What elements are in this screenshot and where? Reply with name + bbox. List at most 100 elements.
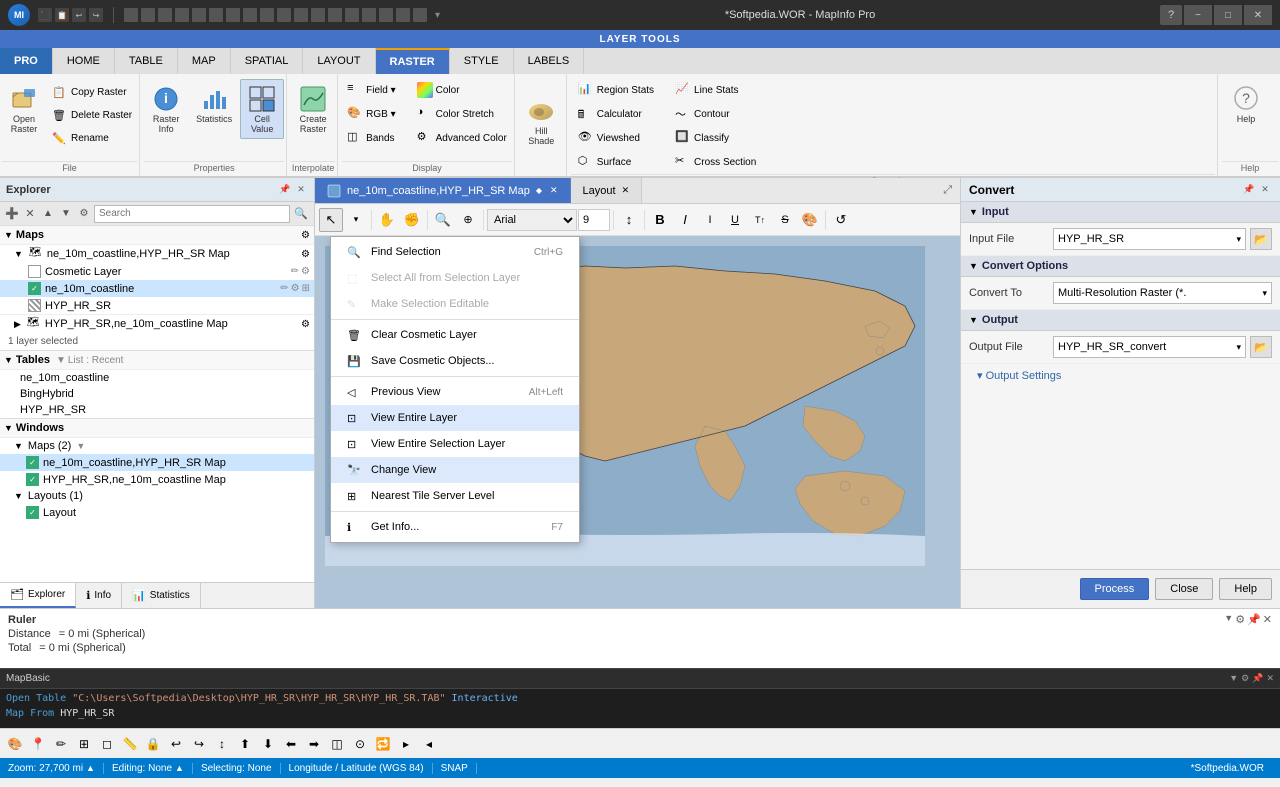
- font-selector[interactable]: Arial: [487, 209, 577, 231]
- table-bing[interactable]: BingHybrid: [0, 386, 314, 402]
- ruler-pin-icon[interactable]: 📌: [1247, 613, 1261, 626]
- map-tab-layout[interactable]: Layout ✕: [571, 178, 643, 203]
- bottom-lock-tool[interactable]: 🔒: [142, 733, 164, 755]
- cosmetic-gear-icon[interactable]: ⚙: [301, 266, 310, 277]
- bottom-up-tool[interactable]: ⬆: [234, 733, 256, 755]
- map2-item[interactable]: ▶ 🗺 HYP_HR_SR,ne_10m_coastline Map ⚙: [0, 314, 314, 333]
- calculator-button[interactable]: 🖩 Calculator: [571, 103, 666, 125]
- help-icon[interactable]: ?: [1160, 5, 1182, 25]
- maps-action-icon[interactable]: ⚙: [301, 230, 310, 241]
- tool-dropdown[interactable]: ▾: [344, 208, 368, 232]
- pan-tool-btn[interactable]: ✋: [375, 208, 399, 232]
- adjust-btn[interactable]: ↕: [617, 208, 641, 232]
- explorer-up-icon[interactable]: ▲: [40, 206, 56, 222]
- create-raster-button[interactable]: CreateRaster: [291, 79, 335, 139]
- zoom-tool-btn[interactable]: 🔍: [431, 208, 455, 232]
- toolbar-icon-11[interactable]: [294, 8, 308, 22]
- viewshed-button[interactable]: 👁 Viewshed: [571, 127, 666, 149]
- ctx-get-info[interactable]: ℹ Get Info... F7: [331, 514, 579, 540]
- strikethrough-btn[interactable]: S: [773, 208, 797, 232]
- window-map1-checkbox[interactable]: ✓: [26, 456, 39, 469]
- bottom-align-tool[interactable]: ↕: [211, 733, 233, 755]
- classify-button[interactable]: 🔲 Classify: [668, 127, 763, 149]
- bottom-select-tool[interactable]: ◻: [96, 733, 118, 755]
- bold-btn[interactable]: B: [648, 208, 672, 232]
- window-map1[interactable]: ✓ ne_10m_coastline,HYP_HR_SR Map: [0, 454, 314, 471]
- help-convert-button[interactable]: Help: [1219, 578, 1272, 600]
- close-button[interactable]: ✕: [1244, 5, 1272, 25]
- rotate-btn[interactable]: ↺: [829, 208, 853, 232]
- bottom-circle-tool[interactable]: ⊙: [349, 733, 371, 755]
- toolbar-icon-4[interactable]: [175, 8, 189, 22]
- toolbar-icon-9[interactable]: [260, 8, 274, 22]
- tab-table[interactable]: TABLE: [115, 48, 178, 74]
- map-canvas[interactable]: 🔍 Find Selection Ctrl+G ⬚ Select All fro…: [315, 236, 960, 608]
- bottom-right-tool[interactable]: ➡: [303, 733, 325, 755]
- toolbar-icon-18[interactable]: [413, 8, 427, 22]
- mapbasic-close-icon[interactable]: ✕: [1266, 673, 1274, 684]
- explorer-remove-icon[interactable]: ✕: [22, 206, 38, 222]
- mapbasic-content[interactable]: Open Table "C:\Users\Softpedia\Desktop\H…: [0, 689, 1280, 728]
- toolbar-icon-12[interactable]: [311, 8, 325, 22]
- ctx-view-entire[interactable]: ⊡ View Entire Layer: [331, 405, 579, 431]
- search-button[interactable]: 🔍: [292, 205, 310, 223]
- input-file-dropdown[interactable]: HYP_HR_SR ▾: [1053, 228, 1246, 250]
- convert-options-section-header[interactable]: ▼ Convert Options: [961, 256, 1280, 277]
- maximize-button[interactable]: □: [1214, 5, 1242, 25]
- windows-section-header[interactable]: ▼ Windows: [0, 418, 314, 438]
- select-tool-btn[interactable]: ↖: [319, 208, 343, 232]
- zoom-extent-btn[interactable]: ⊕: [456, 208, 480, 232]
- toolbar-icon-17[interactable]: [396, 8, 410, 22]
- ruler-close-icon[interactable]: ✕: [1263, 613, 1272, 626]
- tab-layout[interactable]: LAYOUT: [303, 48, 375, 74]
- cosmetic-layer-item[interactable]: Cosmetic Layer ✏ ⚙: [0, 263, 314, 280]
- rgb-button[interactable]: 🎨 RGB ▾: [342, 103, 400, 125]
- text-format-btn[interactable]: I: [698, 208, 722, 232]
- window-layout1[interactable]: ✓ Layout: [0, 504, 314, 521]
- underline-btn[interactable]: U: [723, 208, 747, 232]
- mapbasic-dropdown-icon[interactable]: ▼: [1229, 673, 1238, 684]
- coastline-extra-icon[interactable]: ⊞: [302, 283, 310, 294]
- bottom-rewind-tool[interactable]: ◂: [418, 733, 440, 755]
- table-ne10m[interactable]: ne_10m_coastline: [0, 370, 314, 386]
- grab-tool-btn[interactable]: ✊: [400, 208, 424, 232]
- map1-item[interactable]: ▼ 🗺 ne_10m_coastline,HYP_HR_SR Map ⚙: [0, 245, 314, 263]
- rename-button[interactable]: ✏️ Rename: [47, 127, 137, 149]
- coastline-checkbox[interactable]: ✓: [28, 282, 41, 295]
- hill-shade-button[interactable]: HillShade: [525, 94, 557, 146]
- hyp-checkbox[interactable]: [28, 299, 41, 312]
- bottom-pin-tool[interactable]: 📍: [27, 733, 49, 755]
- toolbar-icon-1[interactable]: [124, 8, 138, 22]
- cosmetic-edit-icon[interactable]: ✏: [291, 266, 299, 277]
- cross-section-button[interactable]: ✂ Cross Section: [668, 151, 763, 173]
- coastline-edit-icon[interactable]: ✏: [280, 283, 288, 294]
- explorer-down-icon[interactable]: ▼: [58, 206, 74, 222]
- bottom-undo-tool[interactable]: ↩: [165, 733, 187, 755]
- bottom-redo-tool[interactable]: ↪: [188, 733, 210, 755]
- toolbar-icon-8[interactable]: [243, 8, 257, 22]
- window-map2[interactable]: ✓ HYP_HR_SR,ne_10m_coastline Map: [0, 471, 314, 488]
- map-tab-layout-close[interactable]: ✕: [622, 185, 630, 196]
- toolbar-icon-6[interactable]: [209, 8, 223, 22]
- input-section-header[interactable]: ▼ Input: [961, 202, 1280, 223]
- ctx-change-view[interactable]: 🔭 Change View: [331, 457, 579, 483]
- field-button[interactable]: ≡ Field ▾: [342, 79, 400, 101]
- process-button[interactable]: Process: [1080, 578, 1150, 600]
- tab-statistics[interactable]: 📊 Statistics: [122, 583, 201, 608]
- color-stretch-button[interactable]: ◑ Color Stretch: [412, 103, 512, 125]
- toolbar-icon-16[interactable]: [379, 8, 393, 22]
- toolbar-icon-13[interactable]: [328, 8, 342, 22]
- map1-settings-icon[interactable]: ⚙: [301, 249, 310, 260]
- hyp-layer-item[interactable]: HYP_HR_SR: [0, 297, 314, 314]
- layouts-windows-header[interactable]: ▼ Layouts (1): [0, 488, 314, 504]
- convert-to-dropdown[interactable]: Multi-Resolution Raster (*. ▾: [1053, 282, 1272, 304]
- tab-home[interactable]: HOME: [53, 48, 115, 74]
- mapbasic-settings-icon[interactable]: ⚙: [1241, 673, 1249, 684]
- tab-explorer[interactable]: 🗂 Explorer: [0, 583, 76, 608]
- bottom-left-tool[interactable]: ⬅: [280, 733, 302, 755]
- explorer-pin-icon[interactable]: 📌: [278, 183, 292, 197]
- cell-value-button[interactable]: CellValue: [240, 79, 284, 139]
- ctx-clear-cosmetic[interactable]: 🗑 Clear Cosmetic Layer: [331, 322, 579, 348]
- output-section-header[interactable]: ▼ Output: [961, 310, 1280, 331]
- output-settings-row[interactable]: ▾ Output Settings: [961, 364, 1280, 387]
